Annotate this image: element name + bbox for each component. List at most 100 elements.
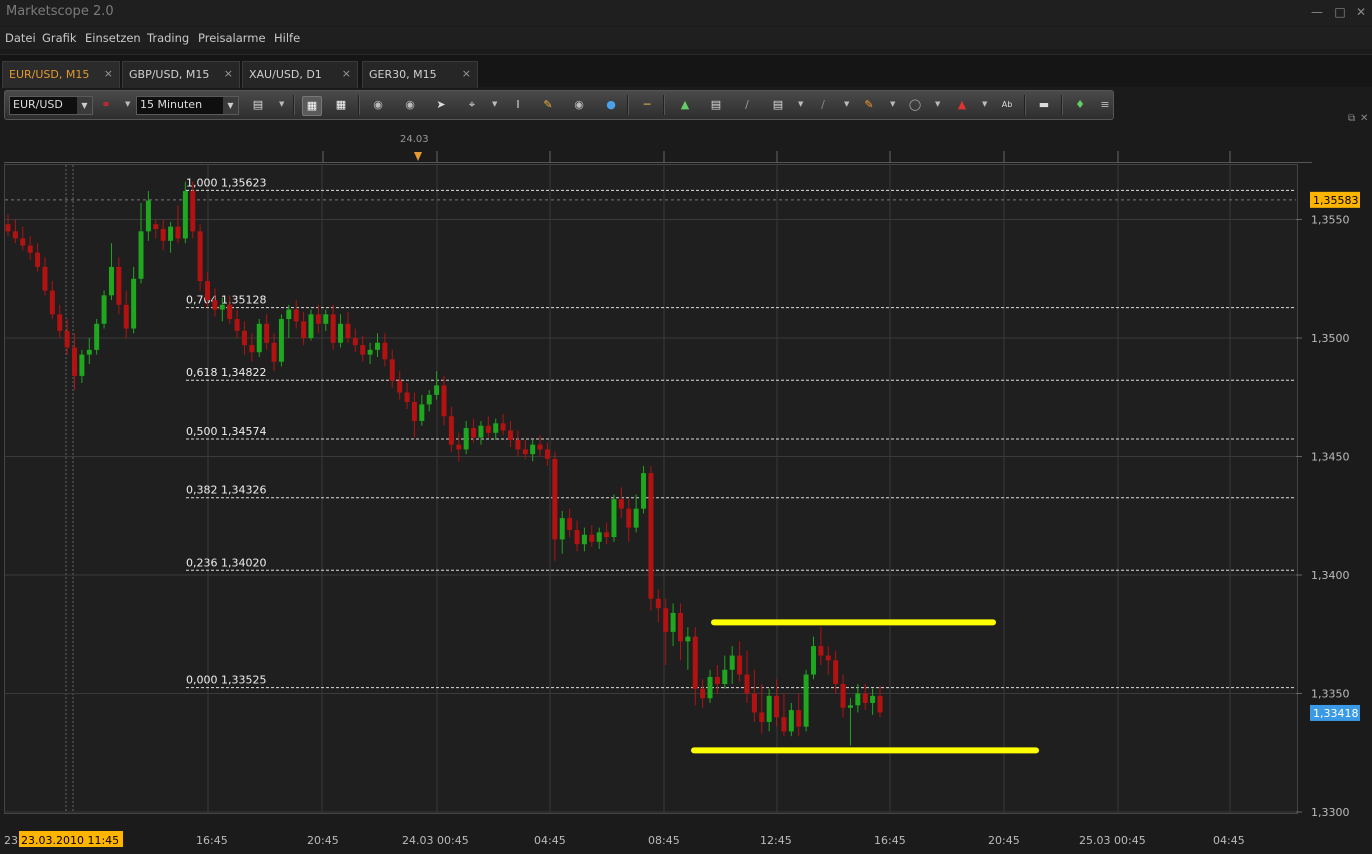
chevron-down-icon[interactable]: ▼ (890, 100, 895, 108)
candle-body (663, 608, 669, 632)
chevron-down-icon[interactable]: ▼ (935, 100, 940, 108)
x-axis-edge-label: 23 (4, 834, 18, 847)
menu-einsetzen[interactable]: Einsetzen (85, 31, 141, 45)
separator (358, 95, 360, 115)
candle-body (833, 660, 839, 685)
more-tools-icon[interactable]: ≡ (1096, 96, 1114, 114)
candle-body (456, 444, 462, 450)
separator (293, 95, 295, 115)
network-icon[interactable]: ♦ (1071, 96, 1089, 114)
arrow-marker-icon[interactable]: ▲ (953, 96, 971, 114)
candle-body (271, 342, 277, 362)
candle-body (49, 290, 55, 315)
fibonacci-icon[interactable]: ∕ (738, 96, 756, 114)
price-chart[interactable]: 1,3550 1,3500 1,3450 1,3400 1,3350 1,3300 1,00… (0, 120, 1372, 854)
candle-body (352, 338, 358, 346)
candle-body (471, 428, 477, 438)
menu-trading[interactable]: Trading (147, 31, 189, 45)
y-axis-tick-label: 1,3550 (1311, 214, 1350, 227)
zoom-in-icon[interactable]: ◉ (369, 96, 387, 114)
candle-body (655, 598, 661, 609)
menu-preisalarme[interactable]: Preisalarme (198, 31, 266, 45)
close-tab-icon[interactable]: × (462, 67, 471, 80)
close-tab-icon[interactable]: × (224, 67, 233, 80)
candle-body (404, 392, 410, 402)
channel-icon[interactable]: ∕ (814, 96, 832, 114)
ruler-icon[interactable]: ─ (638, 96, 656, 114)
candle-body (559, 518, 565, 540)
candle-body (818, 646, 824, 656)
tab-xauusd[interactable]: XAU/USD, D1 × (242, 61, 358, 88)
candle-body (249, 345, 255, 353)
candle-body (788, 710, 794, 732)
link-icon[interactable]: ⚭ (97, 96, 115, 114)
chevron-down-icon[interactable]: ▼ (279, 100, 284, 108)
chevron-down-icon[interactable]: ▼ (982, 100, 987, 108)
menu-hilfe[interactable]: Hilfe (274, 31, 300, 45)
candle-body (190, 191, 196, 232)
candle-body (308, 314, 314, 339)
candle-body (589, 534, 595, 542)
globe-icon[interactable]: ● (602, 96, 620, 114)
levels-icon[interactable]: ▤ (769, 96, 787, 114)
fibonacci-level-label: 0,236 1,34020 (186, 556, 266, 569)
bid-mode-icon[interactable]: ▦ (302, 96, 322, 116)
candle-body (478, 425, 484, 438)
minimize-icon[interactable]: — (1307, 3, 1327, 21)
candle-body (493, 423, 499, 433)
chart-type-icon[interactable]: ▤ (249, 96, 267, 114)
menu-bar: Datei Grafik Einsetzen Trading Preisalar… (0, 27, 1372, 49)
candle-body (12, 231, 18, 239)
properties-icon[interactable]: ▤ (707, 96, 725, 114)
edit-icon[interactable]: ✎ (539, 96, 557, 114)
chevron-down-icon[interactable]: ▼ (125, 100, 130, 108)
text-label-icon[interactable]: Ab (998, 96, 1016, 114)
chart-area[interactable]: 24.03 1,3550 1,3500 1,3450 1,3400 1,3350 1,33… (0, 120, 1372, 854)
candle-body (434, 385, 440, 395)
candle-body (522, 449, 528, 455)
cursor-icon[interactable]: ➤ (432, 96, 450, 114)
timeframe-select[interactable]: 15 Minuten ▼ (136, 96, 239, 115)
chevron-down-icon[interactable]: ▼ (798, 100, 803, 108)
tab-gbpusd[interactable]: GBP/USD, M15 × (122, 61, 240, 88)
eraser-icon[interactable]: ▬ (1035, 96, 1053, 114)
candle-body (131, 278, 137, 329)
ask-mode-icon[interactable]: ▦ (332, 96, 350, 114)
tab-eurusd[interactable]: EUR/USD, M15 × (2, 61, 120, 88)
chevron-down-icon[interactable]: ▼ (844, 100, 849, 108)
maximize-icon[interactable]: □ (1330, 3, 1350, 21)
candle-body (707, 676, 713, 699)
text-cursor-icon[interactable]: I (509, 96, 527, 114)
ellipse-icon[interactable]: ◯ (906, 96, 924, 114)
candle-body (419, 404, 425, 421)
candle-body (626, 508, 632, 528)
candle-body (862, 693, 868, 703)
symbol-value: EUR/USD (13, 98, 63, 111)
candle-body (633, 508, 639, 528)
indicator-icon[interactable]: ▲ (676, 96, 694, 114)
menu-datei[interactable]: Datei (5, 31, 36, 45)
candle-body (737, 655, 743, 675)
fibonacci-level-label: 0,382 1,34326 (186, 484, 266, 497)
symbol-select[interactable]: EUR/USD ▼ (9, 96, 93, 115)
candle-body (766, 695, 772, 722)
candle-body (27, 245, 33, 253)
candle-body (825, 655, 831, 661)
close-tab-icon[interactable]: × (342, 67, 351, 80)
zoom-out-icon[interactable]: ◉ (401, 96, 419, 114)
candle-body (552, 458, 558, 540)
menu-grafik[interactable]: Grafik (42, 31, 77, 45)
tab-ger30[interactable]: GER30, M15 × (362, 61, 478, 88)
close-icon[interactable]: ✕ (1351, 3, 1371, 21)
candle-body (648, 473, 654, 599)
candle-body (796, 710, 802, 727)
candle-body (20, 238, 26, 246)
close-tab-icon[interactable]: × (104, 67, 113, 80)
candle-body (94, 323, 100, 350)
candle-body (175, 226, 181, 239)
crosshair-icon[interactable]: ⌖ (463, 96, 481, 114)
pencil-icon[interactable]: ✎ (860, 96, 878, 114)
eye-icon[interactable]: ◉ (570, 96, 588, 114)
chevron-down-icon[interactable]: ▼ (492, 100, 497, 108)
top-date-marker-icon (414, 152, 422, 161)
